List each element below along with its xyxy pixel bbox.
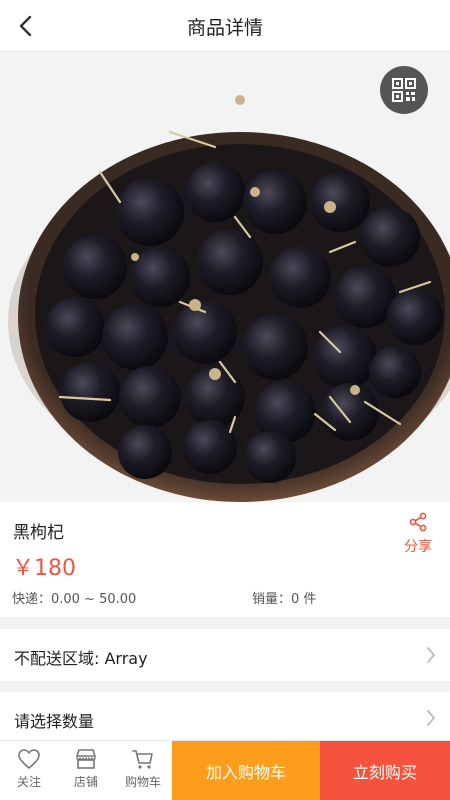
store-button[interactable]: 店铺	[61, 741, 111, 800]
top-bar: 商品详情	[0, 0, 450, 52]
follow-button[interactable]: 关注	[4, 741, 54, 800]
cart-label: 购物车	[124, 775, 161, 789]
product-price: ￥180	[12, 556, 76, 581]
sales-count: 销量：0 件	[252, 592, 317, 607]
delivery-area-label: 不配送区域: Array	[14, 649, 148, 668]
cart-button[interactable]: 购物车	[118, 741, 168, 800]
chevron-right-icon	[427, 710, 435, 726]
chevron-right-icon	[427, 647, 435, 663]
express-fee: 快递：0.00 ~ 50.00	[12, 592, 137, 607]
product-image[interactable]	[0, 52, 450, 502]
add-to-cart-button[interactable]: 加入购物车	[172, 741, 320, 800]
bottom-action-bar: 关注 店铺 购物车 加入购物车 立刻购买	[0, 740, 450, 800]
follow-label: 关注	[16, 775, 41, 789]
qr-code-icon	[392, 78, 416, 102]
qr-code-button[interactable]	[380, 66, 428, 114]
product-info: 黑枸杞 ￥180 快递：0.00 ~ 50.00 销量：0 件 分享	[0, 502, 450, 617]
share-label: 分享	[404, 539, 432, 555]
quantity-label: 请选择数量	[14, 712, 95, 731]
product-photo	[8, 95, 450, 502]
quantity-row[interactable]: 请选择数量	[0, 692, 450, 744]
buy-now-button[interactable]: 立刻购买	[320, 741, 450, 800]
share-button[interactable]: 分享	[400, 512, 436, 556]
page-title: 商品详情	[186, 17, 263, 39]
share-icon	[409, 512, 427, 532]
store-label: 店铺	[73, 775, 98, 789]
product-name: 黑枸杞	[13, 523, 64, 543]
cart-icon	[132, 750, 153, 769]
delivery-area-row[interactable]: 不配送区域: Array	[0, 629, 450, 681]
heart-icon	[18, 749, 40, 769]
store-icon	[76, 749, 96, 769]
